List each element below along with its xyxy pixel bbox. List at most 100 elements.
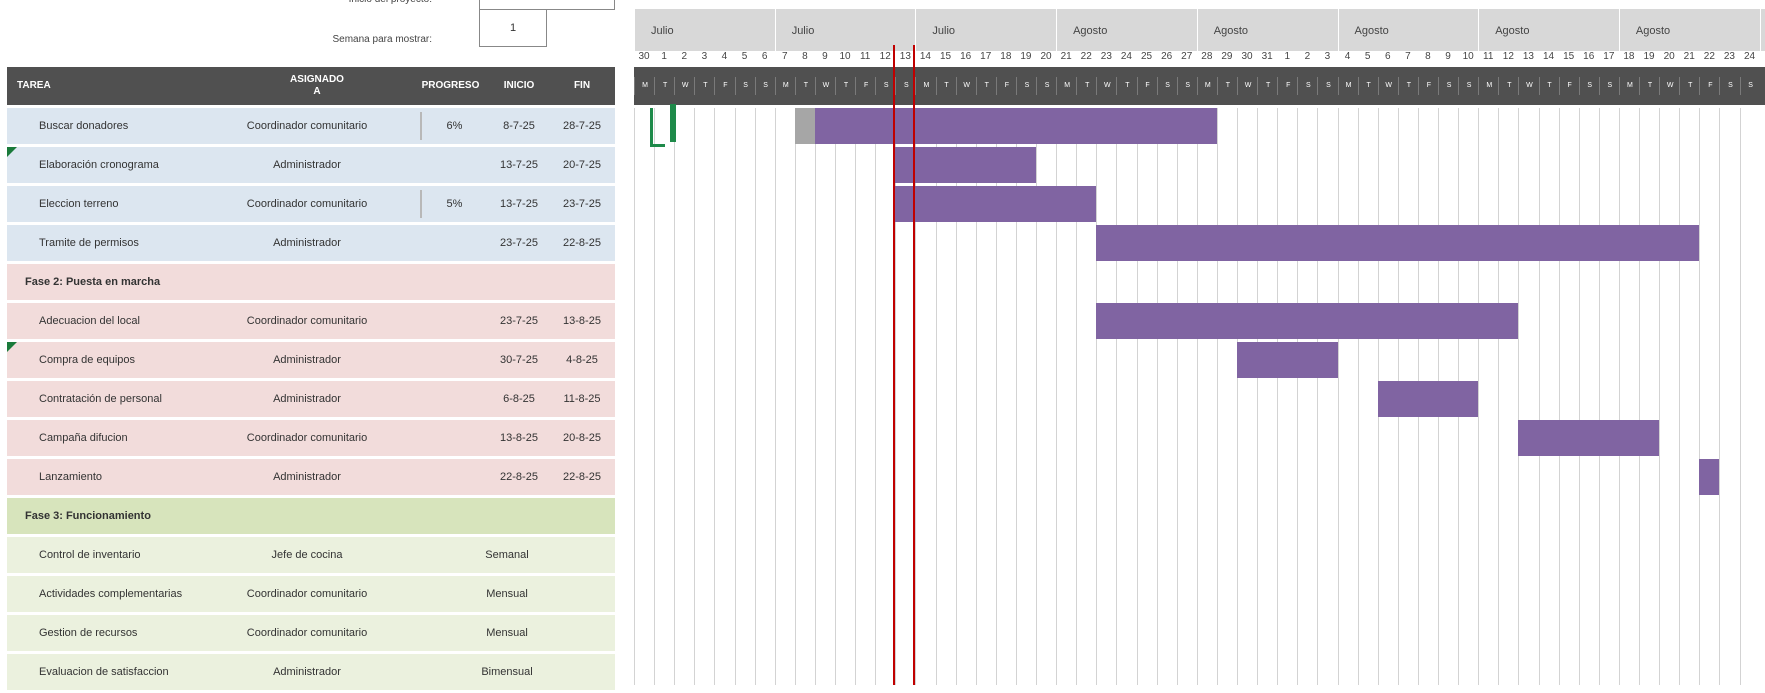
weekday-letter: M (1337, 77, 1359, 95)
day-number: 23 (1723, 51, 1735, 62)
weekday-letter: M (1478, 77, 1499, 95)
weekday-letter: W (1096, 77, 1117, 95)
task-end-date: 4-8-25 (566, 354, 598, 366)
weekday-letter: S (1458, 77, 1479, 95)
task-name: Tramite de permisos (39, 237, 139, 249)
grid-line (1538, 108, 1540, 685)
day-number: 21 (1060, 51, 1072, 62)
task-assignee: Coordinador comunitario (246, 432, 368, 444)
task-start-date: 30-7-25 (500, 354, 538, 366)
task-assignee: Administrador (273, 159, 341, 171)
task-end-date: 11-8-25 (563, 393, 601, 405)
task-start-date: 6-8-25 (503, 393, 535, 405)
day-number: 22 (1080, 51, 1092, 62)
grid-line (1518, 108, 1520, 685)
grid-line (875, 108, 877, 685)
day-number: 29 (1221, 51, 1233, 62)
month-label: Agosto (1354, 25, 1389, 37)
weekday-letter: M (1056, 77, 1077, 95)
gantt-bar[interactable] (1377, 381, 1479, 417)
task-start-date: 13-7-25 (500, 198, 538, 210)
weekday-letter: S (734, 77, 756, 95)
task-end-date: 23-7-25 (563, 198, 601, 210)
task-name: Actividades complementarias (39, 588, 183, 600)
grid-line (694, 108, 696, 685)
day-number: 19 (1020, 51, 1032, 62)
task-row[interactable]: Buscar donadores Coordinador comunitario 6… (7, 108, 615, 144)
gantt-bar[interactable] (1096, 303, 1519, 339)
task-row[interactable]: Contratación de personal Administrador 6-8… (7, 381, 615, 417)
grid-line (1196, 108, 1198, 685)
day-number: 25 (1140, 51, 1153, 62)
gantt-bar[interactable] (1518, 420, 1660, 456)
weekday-letter: T (975, 77, 997, 95)
day-number: 10 (839, 51, 851, 62)
month-header: Agosto (1478, 9, 1620, 51)
day-number: 4 (1344, 51, 1351, 62)
month-label: Julio (791, 25, 815, 37)
task-name: Compra de equipos (39, 354, 136, 366)
grid-line (855, 108, 857, 685)
table-header: TAREA ASIGNADO A PROGRESO INICIO FIN (7, 67, 615, 105)
day-number: 6 (1384, 51, 1391, 62)
task-row[interactable]: Actividades complementarias Coordinador c… (7, 576, 615, 612)
day-number: 17 (1603, 51, 1615, 62)
task-row[interactable]: Tramite de permisos Administrador 23-7-25 2… (7, 225, 615, 261)
grid-line (1237, 108, 1238, 685)
day-number: 12 (1502, 51, 1514, 62)
gantt-bar[interactable] (895, 186, 1097, 222)
weekday-letter: F (1417, 77, 1439, 95)
task-row[interactable]: Eleccion terreno Coordinador comunitario 5… (7, 186, 615, 222)
grid-line (1357, 108, 1359, 685)
grid-line (1578, 108, 1580, 685)
task-row[interactable]: Adecuacion del local Coordinador comunita… (7, 303, 615, 339)
weekday-letter: T (1357, 77, 1379, 95)
gantt-bar[interactable] (1096, 225, 1700, 261)
weekday-letter: T (835, 77, 856, 95)
comment-indicator-icon[interactable] (7, 342, 17, 352)
month-label: Julio (651, 25, 674, 37)
task-row[interactable]: Compra de equipos Administrador 30-7-25 4-8… (7, 342, 615, 378)
gantt-bar[interactable] (814, 108, 1217, 144)
phase-row[interactable]: Fase 3: Funcionamiento (7, 498, 615, 534)
day-number: 9 (822, 51, 828, 62)
day-number: 22 (1703, 51, 1715, 62)
day-number: 15 (939, 51, 952, 62)
task-assignee: Administrador (273, 393, 341, 405)
gantt-bar[interactable] (1699, 459, 1720, 495)
weekday-letter: S (1297, 77, 1318, 95)
grid-line (1156, 108, 1158, 685)
task-row[interactable]: Gestion de recursos Coordinador comunitar… (7, 615, 615, 651)
week-label: Semana para mostrar: (332, 34, 433, 45)
selected-cell-indicator[interactable] (650, 108, 665, 147)
day-number: 1 (661, 51, 667, 62)
weekday-letter: S (1317, 77, 1338, 95)
task-row[interactable]: Campaña difucion Coordinador comunitario 1… (7, 420, 615, 456)
task-start-date: 13-8-25 (500, 432, 538, 444)
task-row[interactable]: Elaboración cronograma Administrador 13-7-… (7, 147, 615, 183)
weekday-letter: S (1578, 77, 1600, 95)
comment-indicator-icon[interactable] (7, 147, 17, 157)
day-number: 2 (681, 51, 688, 62)
task-name: Campaña difucion (39, 432, 128, 444)
phase-row[interactable]: Fase 2: Puesta en marcha (7, 264, 615, 300)
weekday-letter: W (1237, 77, 1258, 95)
weekday-letter: T (1397, 77, 1419, 95)
selected-cell-handle[interactable] (670, 104, 676, 142)
day-number: 8 (802, 51, 808, 62)
weekday-letter: T (1679, 77, 1700, 95)
phase-title: Fase 3: Funcionamiento (25, 510, 151, 522)
task-start-date: 22-8-25 (500, 471, 538, 483)
weekday-letter: S (1156, 77, 1178, 95)
task-row[interactable]: Lanzamiento Administrador 22-8-25 22-8-25 (7, 459, 615, 495)
grid-line (674, 108, 676, 685)
gantt-bar[interactable] (1237, 342, 1338, 378)
day-number: 10 (1462, 51, 1474, 62)
task-row[interactable]: Control de inventario Jefe de cocina Seman… (7, 537, 615, 573)
week-input[interactable]: 1 (479, 9, 547, 47)
day-number: 24 (1743, 51, 1756, 62)
task-frequency: Semanal (485, 549, 529, 561)
gantt-bar[interactable] (895, 147, 1036, 183)
day-number: 1 (1284, 51, 1291, 62)
day-number: 11 (859, 51, 871, 62)
